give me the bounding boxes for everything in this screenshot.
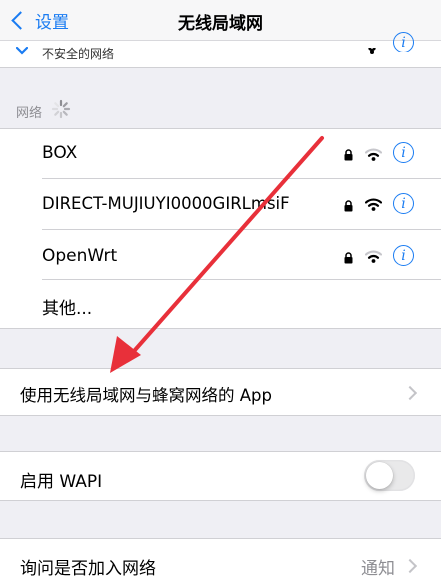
red-arrow xyxy=(110,136,324,373)
